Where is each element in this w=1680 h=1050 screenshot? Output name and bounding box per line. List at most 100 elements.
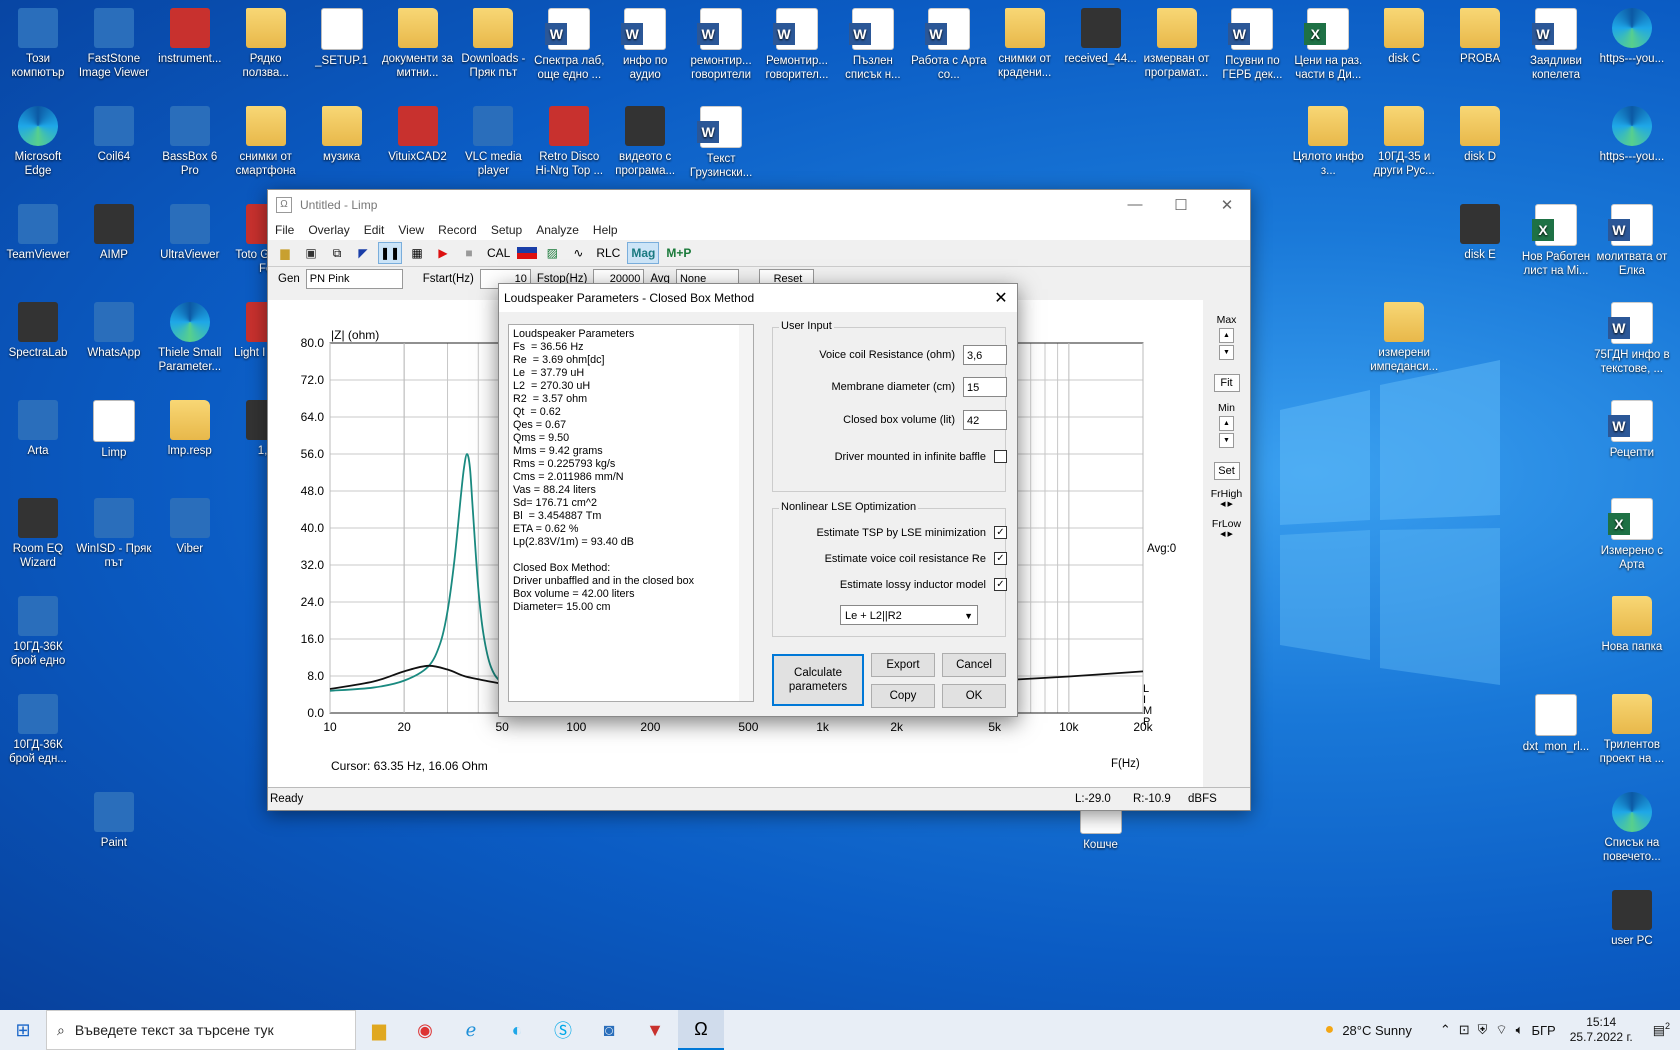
pause-icon[interactable]: ❚❚: [378, 242, 402, 264]
search-box[interactable]: ⌕ Въведете текст за търсене тук: [46, 1010, 356, 1050]
desktop-icon[interactable]: ремонтир... говорители: [683, 2, 759, 82]
copy-icon[interactable]: ⧉: [326, 243, 348, 263]
cancel-button[interactable]: Cancel: [942, 653, 1006, 677]
desktop-icon[interactable]: молитвата от Елка: [1594, 198, 1670, 278]
desktop-icon[interactable]: disk E: [1442, 198, 1518, 262]
mag-phase-button[interactable]: M+P: [663, 243, 694, 263]
fill-pattern-icon[interactable]: ▨: [541, 243, 563, 263]
desktop-icon[interactable]: видеото с програма...: [607, 100, 683, 178]
desktop-icon[interactable]: снимки от смартфона: [228, 100, 304, 178]
gen-select[interactable]: PN Pink: [305, 269, 403, 289]
cb-input[interactable]: 42: [963, 410, 1007, 430]
volume-icon[interactable]: 🔈︎: [1516, 1022, 1524, 1038]
desktop-icon[interactable]: 10ГД-35 и други Рус...: [1366, 100, 1442, 178]
desktop-icon[interactable]: Thiele Small Parameter...: [152, 296, 228, 374]
desktop-icon[interactable]: BassBox 6 Pro: [152, 100, 228, 178]
desktop-icon[interactable]: инфо по аудио: [607, 2, 683, 82]
dialog-close-icon[interactable]: ✕: [985, 288, 1017, 308]
desktop-icon[interactable]: Paint: [76, 786, 152, 850]
menu-record[interactable]: Record: [431, 220, 484, 240]
desktop-icon[interactable]: документи за митни...: [380, 2, 456, 80]
open-folder-icon[interactable]: ▆: [274, 243, 296, 263]
desktop-icon[interactable]: FastStone Image Viewer: [76, 2, 152, 80]
skype-icon[interactable]: Ⓢ: [540, 1010, 586, 1050]
infinite-baffle-checkbox[interactable]: [994, 450, 1007, 463]
desktop-icon[interactable]: PROBA: [1442, 2, 1518, 66]
desktop-icon[interactable]: Псувни по ГЕРБ дек...: [1214, 2, 1290, 82]
desktop-icon[interactable]: Текст Грузински...: [683, 100, 759, 180]
desktop-icon[interactable]: AIMP: [76, 198, 152, 262]
record-icon[interactable]: ▶: [432, 243, 454, 263]
vituixcad-icon[interactable]: ▼: [632, 1010, 678, 1050]
desktop-icon[interactable]: Списък на повечето...: [1594, 786, 1670, 864]
copy-button[interactable]: Copy: [871, 684, 935, 708]
fit-button[interactable]: Fit: [1213, 374, 1240, 392]
desktop-icon[interactable]: instrument...: [152, 2, 228, 66]
frhigh-arrows[interactable]: ◀ ▶: [1203, 500, 1250, 508]
model-select[interactable]: Le + L2||R2 ▼: [840, 605, 978, 625]
vc-input[interactable]: 3,6: [963, 345, 1007, 365]
edge-icon[interactable]: ◐: [494, 1010, 540, 1050]
tsp-checkbox[interactable]: ✓: [994, 526, 1007, 539]
set-button[interactable]: Set: [1213, 462, 1240, 480]
mag-button[interactable]: Mag: [627, 242, 660, 264]
min-down-button[interactable]: ▼: [1219, 433, 1234, 448]
grid-icon[interactable]: ▦: [406, 243, 428, 263]
desktop-icon[interactable]: _SETUP.1: [304, 2, 380, 68]
notification-icon[interactable]: ▤2: [1653, 1021, 1670, 1038]
desktop-icon[interactable]: измерени импеданси...: [1366, 296, 1442, 374]
windows-start-icon[interactable]: ⊞: [0, 1010, 46, 1050]
defender-icon[interactable]: ⛨: [1478, 1022, 1488, 1038]
chevron-up-icon[interactable]: ⌃: [1440, 1022, 1451, 1038]
desktop-icon[interactable]: Трилентов проект на ...: [1594, 688, 1670, 766]
close-button[interactable]: ✕: [1204, 196, 1250, 214]
waveform-icon[interactable]: ∿: [567, 243, 589, 263]
internet-explorer-icon[interactable]: ℯ: [448, 1010, 494, 1050]
lossy-checkbox[interactable]: ✓: [994, 578, 1007, 591]
weather-sun-icon[interactable]: ●: [1325, 1021, 1335, 1039]
desktop-icon[interactable]: Работа с Арта со...: [911, 2, 987, 82]
desktop-icon[interactable]: disk D: [1442, 100, 1518, 164]
desktop-icon[interactable]: Limp: [76, 394, 152, 460]
desktop-icon[interactable]: https---you...: [1594, 2, 1670, 66]
min-up-button[interactable]: ▲: [1219, 416, 1234, 431]
desktop-icon[interactable]: Room EQ Wizard: [0, 492, 76, 570]
menu-file[interactable]: File: [268, 220, 301, 240]
calculate-button[interactable]: Calculate parameters: [772, 654, 864, 706]
rlc-button[interactable]: RLC: [593, 243, 623, 263]
desktop-icon[interactable]: Спектра лаб, още едно ...: [531, 2, 607, 82]
language-indicator[interactable]: БГР: [1531, 1023, 1555, 1038]
desktop-icon[interactable]: TeamViewer: [0, 198, 76, 262]
speaker-app-icon[interactable]: ◙: [586, 1010, 632, 1050]
desktop-icon[interactable]: Този компютър: [0, 2, 76, 80]
desktop-icon[interactable]: WinISD - Пряк път: [76, 492, 152, 570]
desktop-icon[interactable]: снимки от крадени...: [987, 2, 1063, 80]
md-input[interactable]: 15: [963, 377, 1007, 397]
desktop-icon[interactable]: Retro Disco Hi-Nrg Top ...: [531, 100, 607, 178]
network-icon[interactable]: ⊡: [1459, 1022, 1470, 1038]
desktop-icon[interactable]: музика: [304, 100, 380, 164]
export-button[interactable]: Export: [871, 653, 935, 677]
desktop-icon[interactable]: UltraViewer: [152, 198, 228, 262]
save-icon[interactable]: ▣: [300, 243, 322, 263]
desktop-icon[interactable]: Viber: [152, 492, 228, 556]
desktop-icon[interactable]: Цени на раз. части в Ди...: [1290, 2, 1366, 82]
desktop-icon[interactable]: Пъзлен списък н...: [835, 2, 911, 82]
weather-text[interactable]: 28°C Sunny: [1342, 1023, 1412, 1038]
menu-analyze[interactable]: Analyze: [529, 220, 586, 240]
window-titlebar[interactable]: Ω Untitled - Limp — ☐ ✕: [268, 190, 1250, 220]
frlow-arrows[interactable]: ◀ ▶: [1203, 530, 1250, 538]
cursor-icon[interactable]: ◤: [352, 243, 374, 263]
textarea-scrollbar[interactable]: [739, 325, 753, 701]
desktop-icon[interactable]: received_44...: [1063, 2, 1139, 66]
desktop-icon[interactable]: VLC media player: [455, 100, 531, 178]
desktop-icon[interactable]: Нов Работен лист на Mi...: [1518, 198, 1594, 278]
cal-button[interactable]: CAL: [484, 243, 513, 263]
desktop-icon[interactable]: https---you...: [1594, 100, 1670, 164]
desktop-icon[interactable]: SpectraLab: [0, 296, 76, 360]
minimize-button[interactable]: —: [1112, 196, 1158, 214]
desktop-icon[interactable]: Измерено с Арта: [1594, 492, 1670, 572]
max-up-button[interactable]: ▲: [1219, 328, 1234, 343]
desktop-icon[interactable]: Arta: [0, 394, 76, 458]
parameters-textarea[interactable]: Loudspeaker Parameters Fs = 36.56 Hz Re = …: [508, 324, 754, 702]
